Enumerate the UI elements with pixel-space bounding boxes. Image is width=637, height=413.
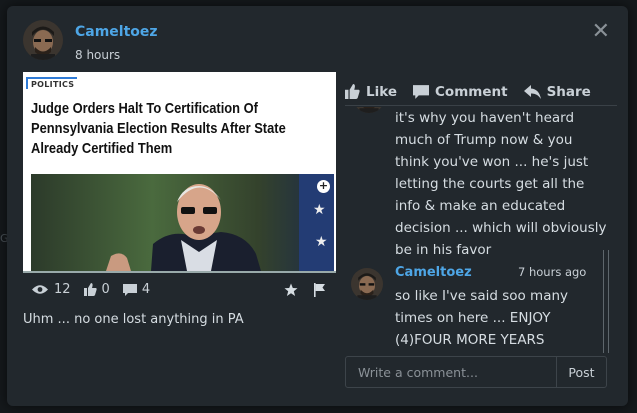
post-image[interactable]: POLITICS Judge Orders Halt To Certificat… — [23, 72, 336, 273]
views-stat: 12 — [31, 282, 71, 297]
post-caption: Uhm ... no one lost anything in PA — [23, 312, 244, 327]
thumbs-up-icon — [345, 84, 360, 99]
eye-icon — [32, 285, 48, 294]
comment-label: Comment — [435, 83, 508, 100]
category-tag: POLITICS — [26, 77, 78, 89]
comment-input[interactable] — [346, 357, 556, 387]
thread-scrollbar[interactable] — [603, 250, 609, 353]
post-author[interactable]: Cameltoez — [75, 24, 158, 40]
comment-text: it's why you haven't heard much of Trump… — [395, 110, 607, 258]
article-headline: Judge Orders Halt To Certification Of Pe… — [31, 100, 286, 157]
flag-icon[interactable] — [313, 282, 327, 301]
post-time: 8 hours — [75, 48, 121, 62]
comment-button[interactable]: Comment — [413, 84, 508, 100]
comment-thread[interactable]: it's why you haven't heard much of Trump… — [345, 107, 607, 353]
comments-count: 4 — [141, 282, 151, 297]
svg-text:★: ★ — [313, 202, 326, 218]
action-bar: Like Comment Share — [345, 78, 617, 106]
article-photo: ★ ★ — [31, 174, 334, 271]
commenter-avatar[interactable] — [351, 268, 383, 300]
expand-icon[interactable]: + — [317, 180, 330, 193]
comments-stat: 4 — [122, 282, 151, 297]
share-button[interactable]: Share — [523, 83, 591, 100]
svg-text:★: ★ — [315, 234, 328, 250]
thumbs-up-icon — [83, 283, 97, 296]
share-icon — [523, 84, 541, 99]
reply-box: Post — [345, 356, 607, 388]
comment-icon — [413, 84, 430, 99]
commenter-avatar[interactable] — [353, 107, 385, 113]
star-icon[interactable] — [284, 282, 298, 301]
comment-author[interactable]: Cameltoez — [395, 265, 472, 280]
author-avatar[interactable] — [23, 20, 63, 60]
comment-icon — [122, 283, 137, 296]
post-button[interactable]: Post — [556, 357, 606, 387]
views-count: 12 — [54, 282, 71, 297]
comment-text: so like I've said soo many times on here… — [395, 288, 569, 348]
likes-count: 0 — [101, 282, 110, 297]
post-modal: ✕ Cameltoez 8 hours POLITICS Judge Order… — [7, 6, 628, 406]
likes-stat: 0 — [83, 282, 110, 297]
share-label: Share — [546, 83, 591, 100]
like-label: Like — [366, 83, 398, 100]
like-button[interactable]: Like — [345, 84, 397, 100]
close-icon[interactable]: ✕ — [592, 21, 610, 43]
post-stats: 12 0 4 — [31, 282, 163, 297]
comment-time: 7 hours ago — [518, 265, 587, 279]
